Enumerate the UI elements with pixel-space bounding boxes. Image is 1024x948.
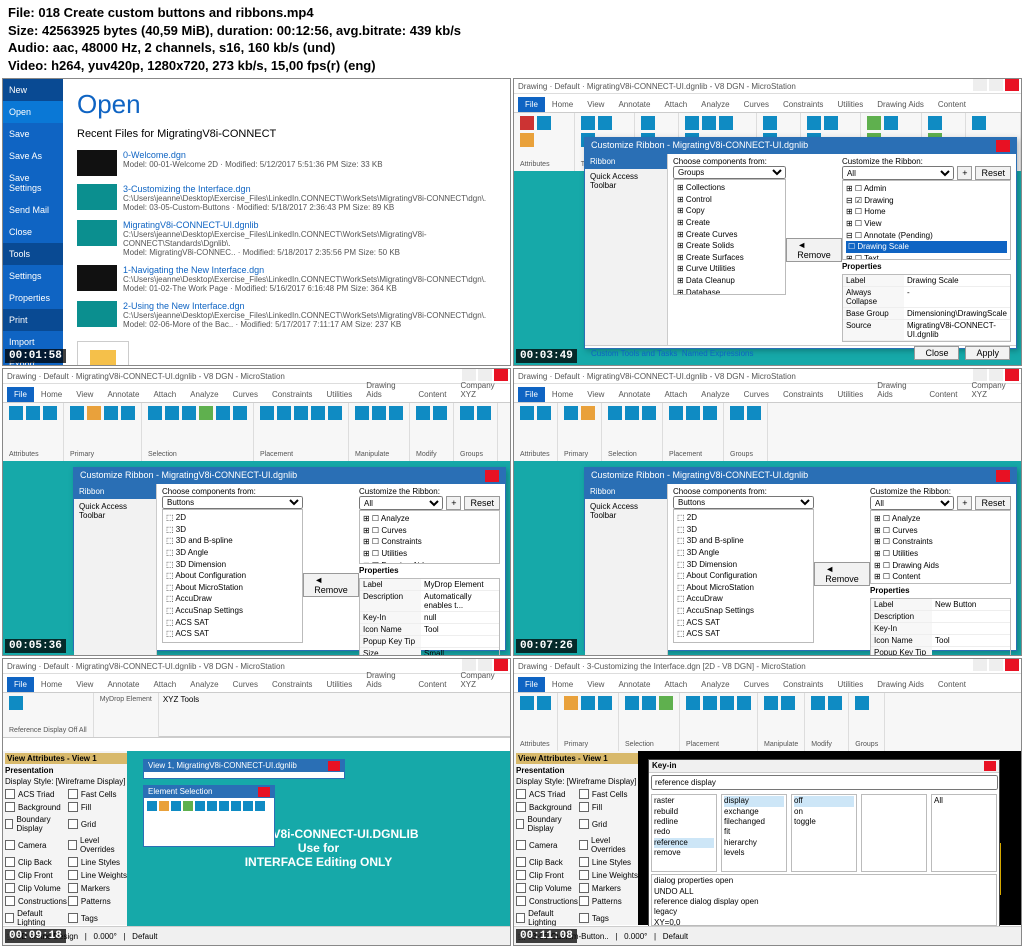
remove-button[interactable]: ◄ Remove bbox=[786, 238, 842, 262]
view-canvas[interactable]: MigratingV8i-CONNECT-UI.DGNLIB Use for I… bbox=[127, 751, 510, 945]
tab-qat[interactable]: Quick Access Toolbar bbox=[585, 169, 667, 193]
open-title: Open bbox=[77, 89, 496, 120]
ribbon-tree[interactable]: ⊞ ☐ Analyze⊞ ☐ Curves⊞ ☐ Constraints⊞ ☐ … bbox=[359, 510, 500, 564]
recent-file[interactable]: MigratingV8i-CONNECT-UI.dgnlibC:\Users\j… bbox=[77, 220, 496, 257]
thumbnail-3: Drawing · Default · MigratingV8i-CONNECT… bbox=[2, 368, 511, 656]
recent-files-header: Recent Files for MigratingV8i-CONNECT bbox=[77, 128, 496, 140]
properties-grid: LabelDrawing ScaleAlways Collapse-Base G… bbox=[842, 274, 1011, 342]
timecode: 00:05:36 bbox=[5, 639, 66, 653]
element-selection-tool[interactable]: Element Selection bbox=[143, 785, 275, 847]
close-icon[interactable] bbox=[485, 470, 499, 482]
recent-file[interactable]: 0-Welcome.dgnModel: 00-01-Welcome 2D · M… bbox=[77, 150, 496, 176]
keyin-dialog[interactable]: Key-in rasterrebuildredlineredoreference… bbox=[648, 759, 1000, 929]
timecode: 00:09:18 bbox=[5, 929, 66, 943]
close-icon[interactable] bbox=[1005, 79, 1019, 91]
view-attributes-panel: View Attributes - View 1 Presentation Di… bbox=[3, 751, 132, 925]
timecode: 00:07:26 bbox=[516, 639, 577, 653]
customize-ribbon-dialog: Customize Ribbon - MigratingV8i-CONNECT-… bbox=[584, 137, 1017, 349]
nav-close[interactable]: Close bbox=[3, 221, 63, 243]
reset-button[interactable]: Reset bbox=[975, 166, 1011, 180]
choose-label: Choose components from: bbox=[673, 157, 786, 166]
thumbnail-5: Drawing · Default · MigratingV8i-CONNECT… bbox=[2, 658, 511, 946]
titlebar: Drawing · Default · MigratingV8i-CONNECT… bbox=[514, 79, 1021, 94]
folder-icon bbox=[90, 350, 116, 366]
nav-send-mail[interactable]: Send Mail bbox=[3, 199, 63, 221]
nav-open[interactable]: Open bbox=[3, 101, 63, 123]
ribbon-tabs[interactable]: FileHomeViewAnnotateAttachAnalyzeCurvesC… bbox=[514, 384, 1021, 403]
thumbnail-4: Drawing · Default · MigratingV8i-CONNECT… bbox=[513, 368, 1022, 656]
nav-save-settings[interactable]: Save Settings bbox=[3, 167, 63, 199]
close-button[interactable]: Close bbox=[914, 346, 959, 360]
close-icon[interactable] bbox=[996, 470, 1010, 482]
audio-label: Audio: aac, 48000 Hz, 2 channels, s16, 1… bbox=[8, 40, 335, 55]
target-dropdown[interactable]: All bbox=[842, 166, 954, 180]
view-attributes-panel: View Attributes - View 1 Presentation Di… bbox=[514, 751, 643, 925]
nav-save[interactable]: Save bbox=[3, 123, 63, 145]
close-icon[interactable] bbox=[984, 761, 996, 771]
timecode: 00:01:58 bbox=[5, 349, 66, 363]
dialog-title: Customize Ribbon - MigratingV8i-CONNECT-… bbox=[591, 140, 808, 152]
thumbnail-6: Drawing · Default · 3-Customizing the In… bbox=[513, 658, 1022, 946]
nav-save-as[interactable]: Save As bbox=[3, 145, 63, 167]
backstage-sidebar: New Open Save Save As Save Settings Send… bbox=[3, 79, 63, 365]
nav-tools[interactable]: Tools bbox=[3, 243, 63, 265]
recent-file[interactable]: 3-Customizing the Interface.dgnC:\Users\… bbox=[77, 184, 496, 212]
ribbon-tabs[interactable]: FileHomeViewAnnotateAttachAnalyzeCurvesC… bbox=[3, 384, 510, 403]
keyin-history[interactable]: dialog properties openUNDO ALLreference … bbox=[651, 874, 997, 926]
metadata-block: File: 018 Create custom buttons and ribb… bbox=[0, 0, 1024, 78]
file-label: File: 018 Create custom buttons and ribb… bbox=[8, 5, 314, 20]
size-label: Size: 42563925 bytes (40,59 MiB), durati… bbox=[8, 23, 461, 38]
nav-print[interactable]: Print bbox=[3, 309, 63, 331]
recent-file[interactable]: 2-Using the New Interface.dgnC:\Users\je… bbox=[77, 301, 496, 329]
timecode: 00:03:49 bbox=[516, 349, 577, 363]
ribbon-tabs[interactable]: FileHomeViewAnnotateAttachAnalyzeCurvesC… bbox=[514, 94, 1021, 113]
browse-button[interactable]: Browse bbox=[77, 341, 129, 366]
timecode: 00:11:08 bbox=[516, 929, 577, 943]
statusbar: ⬚ 2D Metric Design | 0.000° | Default bbox=[3, 926, 510, 945]
ribbon-tree[interactable]: ⊞ ☐ Admin⊟ ☑ Drawing ⊞ ☐ Home ⊞ ☐ View ⊟… bbox=[842, 180, 1011, 260]
thumbnail-1: New Open Save Save As Save Settings Send… bbox=[2, 78, 511, 366]
apply-button[interactable]: Apply bbox=[965, 346, 1010, 360]
thumbnail-2: Drawing · Default · MigratingV8i-CONNECT… bbox=[513, 78, 1022, 366]
keyin-input[interactable] bbox=[651, 775, 998, 790]
components-tree[interactable]: ⊞ Collections⊞ Control⊞ Copy⊞ Create⊞ Cr… bbox=[673, 179, 786, 295]
ribbon-tabs[interactable]: FileHomeViewAnnotateAttachAnalyzeCurvesC… bbox=[514, 674, 1021, 693]
ribbon-tabs[interactable]: FileHomeViewAnnotateAttachAnalyzeCurvesC… bbox=[3, 674, 510, 693]
recent-file[interactable]: 1-Navigating the New Interface.dgnC:\Use… bbox=[77, 265, 496, 293]
nav-settings[interactable]: Settings bbox=[3, 265, 63, 287]
customize-label: Customize the Ribbon: bbox=[842, 157, 1011, 166]
properties-header: Properties bbox=[842, 262, 1011, 271]
tab-ribbon[interactable]: Ribbon bbox=[585, 154, 667, 169]
from-dropdown[interactable]: Groups bbox=[673, 166, 786, 179]
close-icon[interactable] bbox=[996, 140, 1010, 152]
ref-display-off-button[interactable]: Reference Display Off All bbox=[9, 727, 87, 734]
video-label: Video: h264, yuv420p, 1280x720, 273 kb/s… bbox=[8, 58, 376, 73]
nav-new[interactable]: New bbox=[3, 79, 63, 101]
view-title-panel[interactable]: View 1, MigratingV8i-CONNECT-UI.dgnlib bbox=[143, 759, 345, 779]
components-tree[interactable]: ⬚ 2D⬚ 3D⬚ 3D and B-spline⬚ 3D Angle⬚ 3D … bbox=[162, 509, 303, 643]
nav-properties[interactable]: Properties bbox=[3, 287, 63, 309]
